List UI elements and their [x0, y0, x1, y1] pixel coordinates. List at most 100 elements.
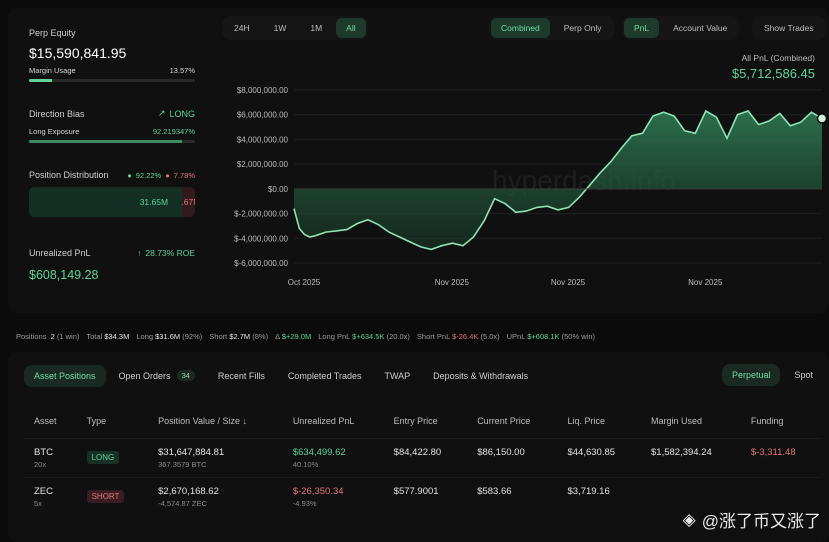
tab-twap[interactable]: TWAP	[374, 365, 420, 387]
col-position-value[interactable]: Position Value / Size ↓	[148, 410, 283, 439]
short-pnl-note: (5.0x)	[480, 332, 500, 341]
tab-recent-fills[interactable]: Recent Fills	[208, 365, 275, 387]
unrealized-pnl: $-26,350.34	[292, 486, 344, 497]
total-label: Total	[86, 332, 103, 341]
upnl-note: (50% win)	[561, 332, 595, 341]
long-pnl-note: (20.0x)	[386, 332, 410, 341]
short-value: $2.7M	[229, 332, 251, 341]
account-value-button[interactable]: Account Value	[663, 18, 737, 38]
position-size: 367.3579 BTC	[158, 460, 207, 469]
y-tick-label: $-2,000,000.00	[234, 210, 288, 219]
perp-equity-label: Perp Equity	[29, 28, 76, 38]
x-tick-label: Nov 2025	[435, 278, 470, 287]
spot-button[interactable]: Spot	[784, 364, 823, 386]
upnl-label: UPnL	[506, 332, 526, 341]
current-price: $583.66	[467, 477, 558, 516]
perp-only-button[interactable]: Perp Only	[554, 18, 612, 38]
type-badge: SHORT	[86, 490, 125, 503]
margin-usage-label: Margin Usage	[29, 66, 76, 75]
col-entry-price[interactable]: Entry Price	[384, 410, 468, 439]
positions-stats-row: Positions 2 (1 win) Total $34.3M Long $3…	[16, 332, 595, 341]
arrow-up-icon: ↑	[137, 248, 142, 258]
short-dot-icon: ●	[165, 170, 170, 180]
pnl-summary: All PnL (Combined) $5,712,586.45	[732, 53, 815, 81]
x-tick-label: Nov 2025	[688, 278, 723, 287]
asset-name: ZEC	[34, 486, 53, 497]
range-24h-button[interactable]: 24H	[224, 18, 260, 38]
y-tick-label: $8,000,000.00	[237, 86, 289, 95]
col-liq-price[interactable]: Liq. Price	[557, 410, 641, 439]
liq-price: $3,719.16	[557, 477, 642, 516]
positions-tabs: Asset Positions Open Orders 34 Recent Fil…	[24, 364, 538, 387]
positions-value: 2	[50, 332, 55, 341]
delta-value: $+29.0M	[281, 332, 312, 341]
roe-value: 28.73% ROE	[145, 248, 195, 258]
tab-open-orders[interactable]: Open Orders 34	[109, 364, 205, 387]
pnl-summary-value: $5,712,586.45	[731, 66, 815, 81]
metric-mode-selector: PnL Account Value	[622, 16, 740, 40]
table-row[interactable]: BTC 20x LONG $31,647,884.81 367.3579 BTC $…	[24, 438, 821, 478]
pnl-button[interactable]: PnL	[624, 18, 660, 38]
tab-asset-positions[interactable]: Asset Positions	[24, 364, 106, 387]
tab-completed-trades-label: Completed Trades	[287, 370, 362, 381]
tab-open-orders-label: Open Orders	[118, 370, 171, 381]
type-badge: LONG	[86, 451, 120, 464]
positions-note: (1 win)	[56, 332, 80, 341]
spot-label: Spot	[794, 370, 813, 380]
range-1w-button[interactable]: 1W	[264, 18, 297, 38]
tab-asset-positions-label: Asset Positions	[34, 370, 96, 381]
short-pnl-label: Short PnL	[416, 332, 450, 341]
direction-bias-label: Direction Bias	[29, 108, 85, 119]
total-value: $34.3M	[104, 332, 130, 341]
long-exposure-label: Long Exposure	[29, 127, 80, 136]
col-type[interactable]: Type	[77, 410, 149, 439]
x-tick-label: Oct 2025	[288, 278, 321, 287]
perpetual-button[interactable]: Perpetual	[721, 364, 781, 386]
y-tick-label: $-6,000,000.00	[234, 259, 288, 268]
sort-down-icon: ↓	[242, 416, 248, 426]
show-trades-button[interactable]: Show Trades	[754, 18, 824, 38]
y-tick-label: $6,000,000.00	[237, 111, 289, 120]
tab-recent-fills-label: Recent Fills	[217, 370, 265, 381]
y-tick-label: $4,000,000.00	[237, 135, 289, 144]
col-asset[interactable]: Asset	[24, 410, 77, 439]
pnl-summary-label: All PnL (Combined)	[741, 53, 815, 63]
account-summary: Perp Equity $15,590,841.95 Margin Usage …	[14, 14, 204, 309]
asset-name: BTC	[34, 447, 53, 458]
col-unrealized-pnl[interactable]: Unrealized PnL	[283, 410, 384, 439]
col-funding[interactable]: Funding	[741, 410, 821, 439]
pnl-chart: $8,000,000.00 $6,000,000.00 $4,000,000.00 $…	[222, 80, 829, 290]
long-note: (92%)	[182, 332, 203, 341]
dist-short-value: 2.67M	[182, 197, 195, 207]
direction-bias: Direction Bias ↗ LONG Long Exposure 92.2…	[29, 108, 195, 143]
col-margin-used[interactable]: Margin Used	[641, 410, 741, 439]
x-tick-label: Nov 2025	[551, 278, 586, 287]
margin-usage-bar	[29, 79, 195, 82]
unrealized-pnl-pct: 40.10%	[292, 460, 319, 469]
long-dot-icon: ●	[127, 170, 132, 180]
unrealized-pnl-pct: -4.93%	[292, 499, 317, 508]
social-watermark: ◈ @涨了币又涨了	[683, 507, 821, 532]
dist-short-block: 2.67M	[182, 187, 195, 217]
tab-deposits-withdrawals[interactable]: Deposits & Withdrawals	[423, 365, 538, 387]
long-label: Long	[136, 332, 154, 341]
dist-long-block: 31.65M	[29, 187, 183, 217]
positions-table: Asset Type Position Value / Size ↓ Unrea…	[24, 410, 821, 516]
long-exposure-fill	[29, 140, 183, 143]
unrealized-pnl-value: $608,149.28	[29, 268, 99, 282]
long-exposure-value: 92.219347%	[152, 127, 195, 136]
pnl-chart-svg: $8,000,000.00 $6,000,000.00 $4,000,000.00 $…	[234, 86, 828, 287]
range-1m-button[interactable]: 1M	[300, 18, 332, 38]
unrealized-pnl-card: Unrealized PnL ↑ 28.73% ROE $608,149.28	[29, 248, 195, 282]
combined-button[interactable]: Combined	[491, 18, 550, 38]
range-all-button[interactable]: All	[336, 18, 366, 38]
market-mode-selector: Perpetual Spot	[721, 364, 823, 386]
open-orders-count: 34	[176, 370, 195, 381]
col-current-price[interactable]: Current Price	[467, 410, 557, 439]
long-pnl-label: Long PnL	[318, 332, 351, 341]
latest-point-marker	[816, 113, 828, 124]
y-tick-label: $0.00	[268, 185, 289, 194]
perp-equity-value: $15,590,841.95	[29, 45, 127, 61]
tab-completed-trades[interactable]: Completed Trades	[278, 365, 372, 387]
position-distribution: Position Distribution ● 92.22% ● 7.78% 3…	[29, 170, 195, 217]
